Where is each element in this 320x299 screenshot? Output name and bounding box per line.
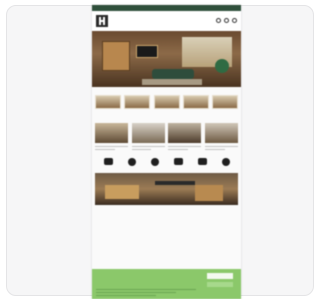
product-info[interactable]	[131, 144, 165, 154]
piggy-bank-icon	[173, 158, 183, 165]
cart-icon[interactable]	[232, 18, 237, 23]
product-image[interactable]	[95, 123, 128, 143]
product-row	[92, 123, 241, 143]
banner-cabinet-image	[195, 185, 223, 201]
calendar-icon	[127, 158, 136, 166]
categories-heading	[92, 87, 241, 95]
product-image[interactable]	[131, 123, 165, 143]
hero-banner[interactable]	[92, 31, 241, 87]
cookie-consent-banner	[92, 269, 241, 299]
brand-logo[interactable]	[96, 15, 108, 27]
accept-cookies-button[interactable]	[207, 273, 233, 279]
delivery-truck-icon	[103, 158, 113, 165]
category-tile[interactable]	[182, 95, 209, 109]
category-tile[interactable]	[124, 95, 151, 109]
product-info[interactable]	[168, 144, 202, 154]
feature-icons	[92, 158, 241, 166]
category-tile[interactable]	[95, 95, 121, 109]
account-icon[interactable]	[224, 18, 229, 23]
feature-labels	[92, 166, 241, 167]
search-icon[interactable]	[216, 18, 221, 23]
tag-icon	[197, 158, 207, 165]
category-labels	[92, 109, 241, 110]
cookie-settings-button[interactable]	[207, 282, 233, 287]
hero-shelf-image	[102, 41, 130, 71]
products-heading	[92, 115, 241, 123]
product-image[interactable]	[204, 123, 238, 143]
webpage-thumbnail	[92, 5, 241, 299]
promo-badge[interactable]	[215, 59, 229, 73]
category-tile[interactable]	[212, 95, 238, 109]
hero-tv-image	[136, 45, 158, 58]
hero-rug-image	[142, 79, 202, 85]
site-header	[92, 11, 241, 31]
category-tile[interactable]	[153, 95, 180, 109]
category-row	[92, 95, 241, 109]
room-banner[interactable]	[95, 173, 238, 205]
hero-sofa-image	[152, 69, 194, 79]
header-icons	[216, 18, 237, 23]
banner-table-image	[155, 181, 195, 185]
banner-furniture-image	[105, 185, 139, 199]
product-info[interactable]	[95, 144, 128, 154]
product-text-row	[92, 143, 241, 154]
product-image[interactable]	[168, 123, 202, 143]
product-info[interactable]	[204, 144, 238, 154]
cookie-fine-print	[96, 287, 196, 296]
shield-icon	[150, 158, 159, 166]
globe-icon	[221, 158, 230, 166]
